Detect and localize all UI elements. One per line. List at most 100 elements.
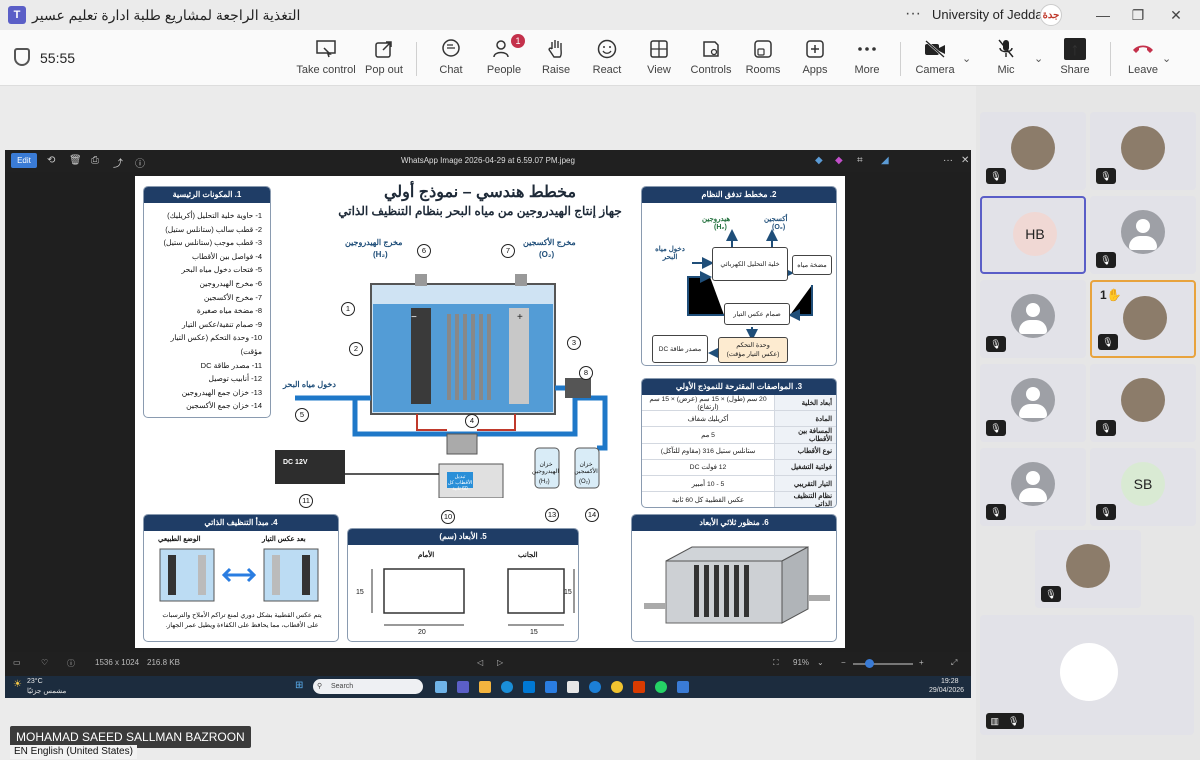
avatar-photo (1011, 126, 1055, 170)
specs-table: أبعاد الخلية 20 سم (طول) × 15 سم (عرض) × … (642, 395, 836, 507)
participant-tile[interactable]: 🎙 (1090, 364, 1196, 442)
component-item: 12- أنابيب توصيل (208, 374, 262, 384)
leave-button[interactable]: Leave (1128, 38, 1158, 82)
favorite-icon[interactable]: ♡ (41, 658, 48, 667)
participant-tile[interactable]: 🎙 1✋ (1090, 280, 1196, 358)
mic-button[interactable]: Mic (992, 38, 1020, 82)
windows-start-icon[interactable]: ⊞ (295, 680, 303, 691)
outlook-icon[interactable] (523, 681, 535, 693)
self-cleaning-illustration (159, 548, 319, 602)
callout-11: 11 (299, 494, 313, 508)
word-icon[interactable] (545, 681, 557, 693)
viewer-more-icon[interactable]: ··· (943, 155, 953, 166)
zoom-slider-handle[interactable] (865, 659, 874, 668)
designer-icon[interactable]: ◆ (835, 155, 843, 166)
filmstrip-icon[interactable]: ▭ (13, 658, 21, 667)
fit-icon[interactable]: ⛶ (773, 658, 779, 668)
add-icon (806, 38, 824, 60)
teams-icon[interactable] (457, 681, 469, 693)
leave-options-chevron-icon[interactable]: ⌄ (1162, 52, 1171, 65)
spec-value: ستانلس ستيل 316 (مقاوم للتآكل) (660, 448, 756, 456)
erase-icon[interactable]: ◢ (881, 155, 889, 166)
controller-screen-text: تبديل الأقطاب كل 60 ثانية (447, 474, 473, 492)
apps-button[interactable]: Apps (800, 38, 830, 82)
photos-icon[interactable] (677, 681, 689, 693)
controls-button[interactable]: Controls (690, 38, 732, 82)
amazon-icon[interactable] (567, 681, 579, 693)
component-item: 3- قطب موجب (ستانلس ستيل) (163, 238, 262, 248)
prev-icon[interactable]: ◁ (477, 658, 483, 667)
avatar-body (1129, 236, 1157, 250)
participant-tile[interactable]: 🎙 (1090, 196, 1196, 274)
restore-button[interactable]: ❐ (1125, 4, 1151, 26)
close-button[interactable]: ✕ (1163, 4, 1189, 26)
callout-1: 1 (341, 302, 355, 316)
flow-control-box: وحدة التحكم (عكس التيار مؤقت) (718, 337, 788, 363)
participant-tile[interactable]: HB (980, 196, 1086, 274)
more-options-icon[interactable]: ··· (905, 5, 921, 23)
org-name[interactable]: University of Jeddah (932, 7, 1050, 22)
view-button[interactable]: View (644, 38, 674, 82)
zoom-slider[interactable] (853, 663, 913, 665)
edge-icon[interactable] (501, 681, 513, 693)
spec-value: 12 فولت DC (689, 464, 727, 472)
powerpoint-icon[interactable] (633, 681, 645, 693)
participant-tile[interactable]: 🎙 (980, 364, 1086, 442)
crop-icon[interactable]: ⌗ (857, 155, 863, 166)
zoom-level[interactable]: 91% (793, 658, 809, 667)
hp-icon[interactable] (589, 681, 601, 693)
zoom-chevron-icon[interactable]: ⌄ (817, 658, 824, 667)
dc-supply-label: DC 12V (283, 459, 308, 466)
raise-hand-button[interactable]: Raise (540, 38, 572, 82)
language-indicator[interactable]: EN English (United States) (10, 745, 137, 759)
camera-options-chevron-icon[interactable]: ⌄ (962, 52, 971, 65)
file-explorer-icon[interactable] (479, 681, 491, 693)
zoom-out-icon[interactable]: − (841, 658, 846, 667)
participant-tile[interactable]: 🎙 (980, 112, 1086, 190)
copilot-icon[interactable]: ◆ (815, 155, 823, 166)
widgets-icon[interactable] (435, 681, 447, 693)
fullscreen-icon[interactable]: ⤢ (951, 658, 957, 668)
spec-value: أكريليك شفاف (687, 415, 729, 423)
raised-hand-icon: 1✋ (1100, 288, 1122, 302)
viewer-bottom-bar: ▭ ♡ ⓘ 1536 x 1024 216.8 KB ◁ ▷ ⛶ 91% ⌄ −… (5, 652, 971, 676)
callout-4: 4 (465, 414, 479, 428)
self-cleaning-desc-1: يتم عكس القطبية بشكل دوري لمنع تراكم الأ… (162, 612, 322, 619)
chrome-icon[interactable] (611, 681, 623, 693)
participant-tile[interactable]: 🎙 (1090, 112, 1196, 190)
component-item: 9- صمام تنقية/عكس التيار (181, 319, 262, 329)
participant-tile[interactable]: 🎙 (980, 448, 1086, 526)
info-icon[interactable]: ⓘ (67, 658, 75, 669)
teams-logo-icon: T (8, 6, 26, 24)
flow-h2-formula: (H₂) (714, 224, 727, 231)
pop-out-button[interactable]: Pop out (364, 38, 404, 82)
chat-button[interactable]: Chat (436, 38, 466, 82)
taskbar-date: 29/04/2026 (929, 687, 965, 694)
participant-tile[interactable]: 🎙 (1035, 530, 1141, 608)
more-button[interactable]: More (850, 38, 884, 82)
minimize-button[interactable]: — (1090, 4, 1116, 26)
mic-off-icon (997, 38, 1015, 60)
rooms-button[interactable]: Rooms (746, 38, 780, 82)
taskbar-search[interactable]: Search (313, 679, 423, 694)
next-icon[interactable]: ▷ (497, 658, 503, 667)
zoom-in-icon[interactable]: + (919, 658, 924, 667)
university-logo-tile[interactable]: ▥ 🎙 (980, 615, 1194, 735)
participant-tile[interactable]: SB 🎙 (1090, 448, 1196, 526)
h2-outlet-label: مخرج الهيدروجين (345, 238, 403, 247)
avatar-head (1026, 387, 1040, 401)
component-item: 7- مخرج الأكسجين (203, 292, 262, 302)
whatsapp-icon[interactable] (655, 681, 667, 693)
avatar-photo (1123, 296, 1167, 340)
share-button[interactable]: ↑ Share (1060, 38, 1090, 82)
camera-button[interactable]: Camera (914, 38, 956, 82)
spec-row: فولتية التشغيل 12 فولت DC (642, 459, 836, 476)
participant-tile[interactable]: 🎙 (980, 280, 1086, 358)
mic-off-icon: 🎙 (986, 504, 1006, 520)
people-button[interactable]: 1 People (484, 34, 525, 82)
react-button[interactable]: React (592, 38, 622, 82)
take-control-button[interactable]: Take control (296, 38, 356, 82)
mic-options-chevron-icon[interactable]: ⌄ (1034, 52, 1043, 65)
avatar-placeholder-icon (1011, 294, 1055, 338)
viewer-close-icon[interactable]: ✕ (961, 155, 969, 166)
